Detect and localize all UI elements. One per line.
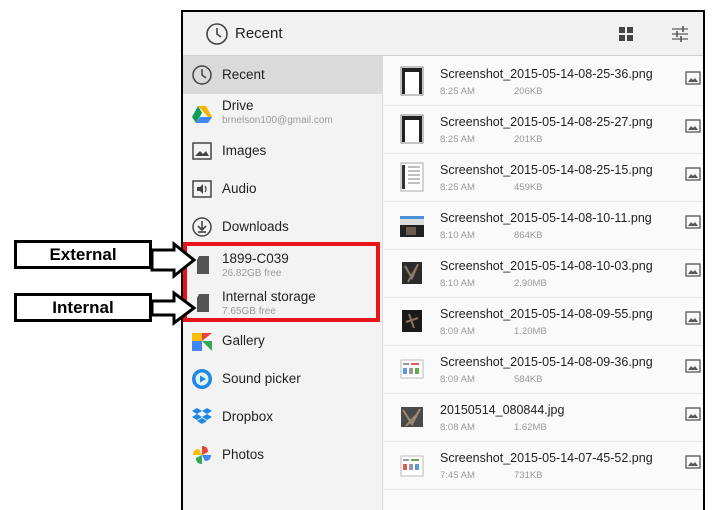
- image-icon: [685, 455, 701, 469]
- file-thumbnail: [400, 455, 424, 477]
- file-time: 8:09 AM: [440, 374, 475, 385]
- clock-icon: [206, 23, 228, 45]
- image-icon: [192, 142, 212, 160]
- file-time: 8:08 AM: [440, 422, 475, 433]
- sidebar-item-label: Audio: [222, 181, 257, 196]
- sidebar-item-recent[interactable]: Recent: [183, 56, 383, 94]
- file-size: 731KB: [514, 470, 543, 481]
- file-thumbnail: [400, 359, 424, 379]
- image-icon: [685, 71, 701, 85]
- sidebar-item-photos[interactable]: Photos: [183, 436, 383, 474]
- internal-arrow-icon: [150, 290, 197, 326]
- file-name: Screenshot_2015-05-14-08-25-36.png: [440, 67, 653, 81]
- file-time: 8:25 AM: [440, 182, 475, 193]
- file-time: 8:10 AM: [440, 230, 475, 241]
- audio-icon: [192, 180, 212, 198]
- image-icon: [685, 263, 701, 277]
- top-bar: Recent: [183, 12, 703, 56]
- file-name: Screenshot_2015-05-14-08-25-15.png: [440, 163, 653, 177]
- file-name: Screenshot_2015-05-14-08-10-03.png: [440, 259, 653, 273]
- sidebar-item-images[interactable]: Images: [183, 132, 383, 170]
- file-time: 8:09 AM: [440, 326, 475, 337]
- sidebar-item-label: Images: [222, 143, 267, 158]
- file-size: 584KB: [514, 374, 543, 385]
- file-size: 206KB: [514, 86, 543, 97]
- sidebar-item-label: Downloads: [222, 219, 289, 234]
- internal-callout: Internal: [14, 293, 152, 322]
- file-thumbnail: [400, 216, 424, 237]
- screenshot: Recent Recent Drive brnelson100@gmail.co…: [0, 0, 713, 510]
- list-item[interactable]: Screenshot_2015-05-14-08-09-36.png 8:09 …: [384, 346, 703, 394]
- file-time: 8:25 AM: [440, 134, 475, 145]
- file-thumbnail: [401, 407, 423, 427]
- list-item[interactable]: Screenshot_2015-05-14-08-10-11.png 8:10 …: [384, 202, 703, 250]
- sidebar-item-label: Recent: [222, 67, 265, 82]
- sidebar-item-drive[interactable]: Drive brnelson100@gmail.com: [183, 94, 383, 132]
- file-thumbnail: [402, 310, 422, 332]
- file-size: 1.62MB: [514, 422, 547, 433]
- gallery-icon: [192, 333, 212, 351]
- list-item[interactable]: Screenshot_2015-05-14-08-25-36.png 8:25 …: [384, 58, 703, 106]
- file-size: 459KB: [514, 182, 543, 193]
- sidebar-item-dropbox[interactable]: Dropbox: [183, 398, 383, 436]
- file-name: Screenshot_2015-05-14-08-10-11.png: [440, 211, 652, 225]
- image-icon: [685, 215, 701, 229]
- drive-account: brnelson100@gmail.com: [222, 115, 333, 126]
- storage-highlight-box: [183, 242, 380, 322]
- list-item[interactable]: Screenshot_2015-05-14-07-45-52.png 7:45 …: [384, 442, 703, 490]
- grid-view-icon[interactable]: [618, 26, 634, 42]
- file-size: 201KB: [514, 134, 543, 145]
- file-size: 2.90MB: [514, 278, 547, 289]
- image-icon: [685, 359, 701, 373]
- file-time: 8:25 AM: [440, 86, 475, 97]
- image-icon: [685, 167, 701, 181]
- sidebar-item-sound-picker[interactable]: Sound picker: [183, 360, 383, 398]
- file-time: 7:45 AM: [440, 470, 475, 481]
- dropbox-icon: [192, 408, 212, 424]
- list-item[interactable]: Screenshot_2015-05-14-08-25-15.png 8:25 …: [384, 154, 703, 202]
- file-size: 864KB: [514, 230, 543, 241]
- sort-settings-icon[interactable]: [670, 24, 690, 44]
- file-name: Screenshot_2015-05-14-08-09-36.png: [440, 355, 653, 369]
- external-arrow-icon: [150, 240, 197, 280]
- photos-icon: [193, 446, 211, 464]
- sidebar-item-label: Drive: [222, 98, 254, 113]
- file-name: Screenshot_2015-05-14-07-45-52.png: [440, 451, 653, 465]
- sidebar-item-audio[interactable]: Audio: [183, 170, 383, 208]
- sidebar-item-label: Sound picker: [222, 371, 301, 386]
- file-time: 8:10 AM: [440, 278, 475, 289]
- download-icon: [192, 217, 212, 237]
- external-callout: External: [14, 240, 152, 269]
- image-icon: [685, 311, 701, 325]
- list-item[interactable]: Screenshot_2015-05-14-08-25-27.png 8:25 …: [384, 106, 703, 154]
- list-item[interactable]: Screenshot_2015-05-14-08-09-55.png 8:09 …: [384, 298, 703, 346]
- file-thumbnail: [400, 162, 424, 192]
- list-item[interactable]: Screenshot_2015-05-14-08-10-03.png 8:10 …: [384, 250, 703, 298]
- file-name: 20150514_080844.jpg: [440, 403, 565, 417]
- drive-icon: [192, 106, 212, 123]
- file-name: Screenshot_2015-05-14-08-25-27.png: [440, 115, 653, 129]
- sound-picker-icon: [192, 369, 212, 389]
- clock-icon: [192, 65, 212, 85]
- sidebar-item-label: Photos: [222, 447, 265, 462]
- sidebar-item-label: Gallery: [222, 333, 265, 348]
- image-icon: [685, 407, 701, 421]
- file-thumbnail: [400, 66, 424, 96]
- image-icon: [685, 119, 701, 133]
- file-thumbnail: [400, 114, 424, 144]
- file-size: 1.20MB: [514, 326, 547, 337]
- file-list: Screenshot_2015-05-14-08-25-36.png 8:25 …: [384, 56, 703, 510]
- file-thumbnail: [402, 262, 422, 284]
- sidebar-item-label: Dropbox: [222, 409, 274, 424]
- sidebar-item-gallery[interactable]: Gallery: [183, 322, 383, 360]
- page-title: Recent: [235, 25, 283, 42]
- sidebar-item-downloads[interactable]: Downloads: [183, 208, 383, 246]
- list-item[interactable]: 20150514_080844.jpg 8:08 AM 1.62MB: [384, 394, 703, 442]
- file-name: Screenshot_2015-05-14-08-09-55.png: [440, 307, 653, 321]
